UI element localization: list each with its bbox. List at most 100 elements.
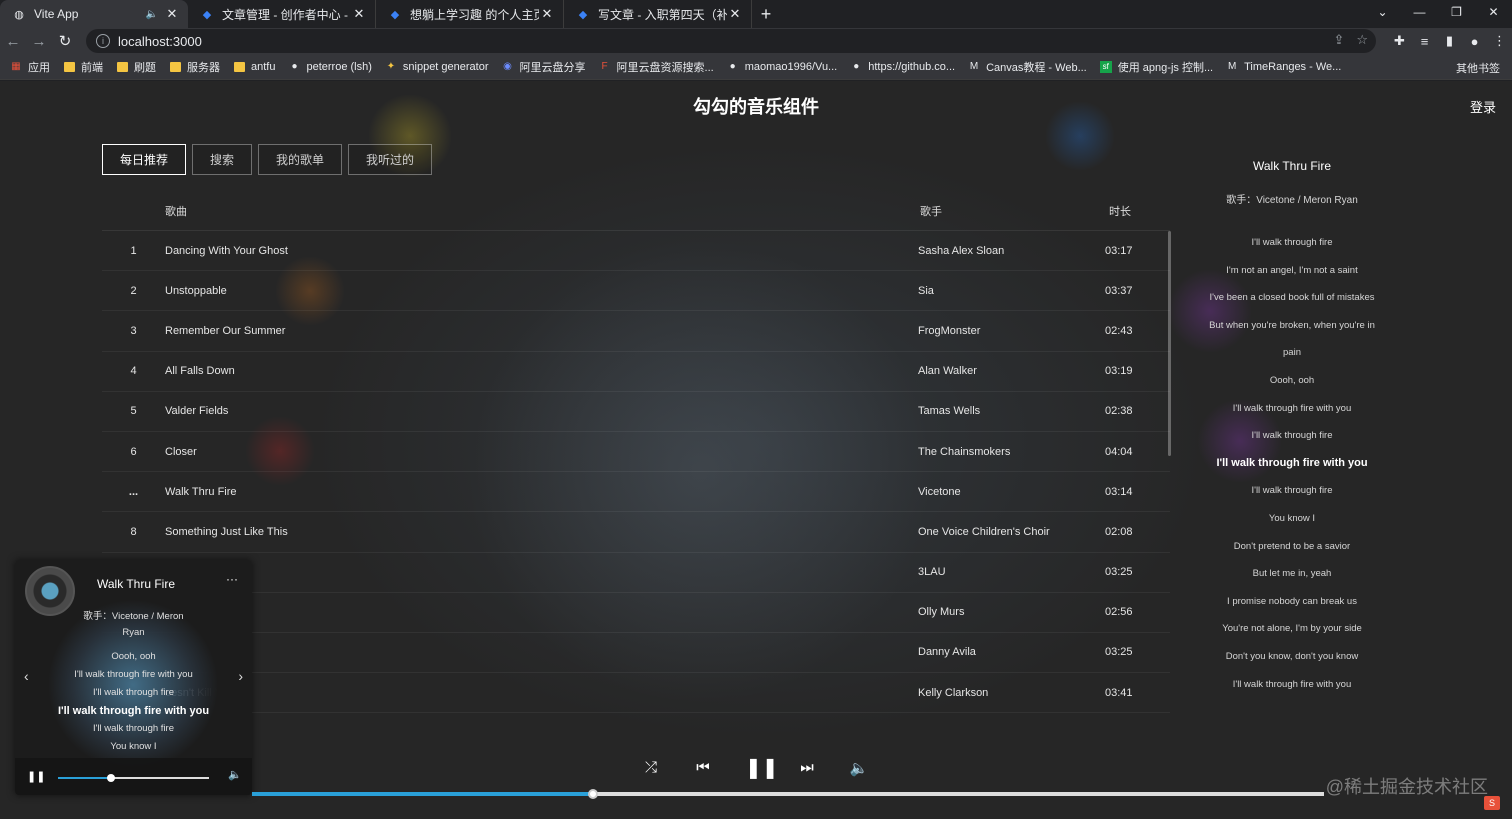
playback-progress-bar[interactable] <box>252 789 1324 799</box>
mini-progress-bar[interactable] <box>58 774 209 782</box>
back-icon[interactable]: ← <box>0 28 26 54</box>
address-bar[interactable]: i localhost:3000 ⇪ ☆ <box>86 29 1376 53</box>
mini-lyric-line: I'll walk through fire <box>92 723 174 734</box>
table-row[interactable]: 5 Valder Fields Tamas Wells 02:38 <box>102 392 1170 432</box>
shuffle-icon[interactable]: ⤮ <box>641 759 661 776</box>
mini-volume-icon[interactable]: 🔈 <box>228 768 242 781</box>
other-bookmarks[interactable]: 其他书签 <box>1450 60 1500 76</box>
mini-progress-knob[interactable] <box>107 774 116 782</box>
site-info-icon[interactable]: i <box>96 34 110 48</box>
player-controls: ⤮ ⏮ ❚❚ ⏭ 🔈 <box>641 755 869 780</box>
browser-tab-juejin-articles[interactable]: ◆ 文章管理 - 创作者中心 - 掘金 ✕ <box>188 0 376 28</box>
table-row[interactable]: 4 All Falls Down Alan Walker 03:19 <box>102 352 1170 392</box>
volume-icon[interactable]: 🔈 <box>849 759 869 777</box>
row-duration: 03:25 <box>1105 566 1133 579</box>
row-duration: 03:37 <box>1105 284 1133 297</box>
apps-icon: ▦ <box>11 61 21 72</box>
reload-icon[interactable]: ↻ <box>52 28 78 54</box>
tab-search[interactable]: 搜索 <box>192 144 253 175</box>
bookmark-snippet[interactable]: ✦ snippet generator <box>385 61 489 73</box>
bookmark-leetcode[interactable]: 刷题 <box>116 59 156 75</box>
speaker-icon[interactable]: 🔈 <box>146 9 158 20</box>
bookmark-label: 使用 apng-js 控制... <box>1117 61 1214 74</box>
nav-tabs: 每日推荐 搜索 我的歌单 我听过的 <box>102 144 433 175</box>
bookmark-timeranges[interactable]: M TimeRanges - We... <box>1226 61 1341 73</box>
new-tab-button[interactable]: + <box>752 0 780 28</box>
bookmark-label: 其他书签 <box>1456 63 1500 75</box>
close-tab-icon[interactable]: ✕ <box>539 6 555 22</box>
table-row[interactable]: Olly Murs 02:56 <box>102 593 1170 633</box>
browser-tab-juejin-profile[interactable]: ◆ 想躺上学习趣 的个人主页 - 动态 ✕ <box>376 0 564 28</box>
table-row[interactable]: 6 Closer The Chainsmokers 04:04 <box>102 432 1170 473</box>
star-icon[interactable]: ☆ <box>1356 32 1368 48</box>
table-row[interactable]: Danny Avila 03:25 <box>102 633 1170 674</box>
lyric-line: I'll walk through fire with you <box>1232 678 1352 690</box>
close-tab-icon[interactable]: ✕ <box>351 6 367 22</box>
mini-lyrics: Oooh, ooh I'll walk through fire with you… <box>15 648 252 756</box>
share-icon[interactable]: ⇪ <box>1333 32 1344 48</box>
mini-pause-icon[interactable]: ❚❚ <box>27 770 45 783</box>
bookmark-apps[interactable]: ▦ 应用 <box>10 59 50 75</box>
table-body: 1 Dancing With Your Ghost Sasha Alex Sloan… <box>102 231 1170 714</box>
folder-icon <box>233 61 245 73</box>
table-row[interactable]: 1 Dancing With Your Ghost Sasha Alex Sloan… <box>102 231 1170 272</box>
bookmark-aliyun-share[interactable]: ◉ 阿里云盘分享 <box>502 59 585 75</box>
bookmark-maomao[interactable]: ● maomao1996/Vu... <box>727 61 838 73</box>
more-icon[interactable]: ··· <box>226 572 238 586</box>
menu-icon[interactable]: ⋮ <box>1487 33 1512 49</box>
tab-daily-recommend[interactable]: 每日推荐 <box>102 144 187 175</box>
browser-tab-vite-app[interactable]: ◍ Vite App 🔈 ✕ <box>0 0 188 28</box>
bookmark-aliyun-search[interactable]: F 阿里云盘资源搜索... <box>599 59 713 75</box>
login-button[interactable]: 登录 <box>1470 97 1496 116</box>
tab-search-icon[interactable]: ⌄ <box>1364 0 1401 24</box>
skip-next-icon[interactable]: ⏭ <box>797 759 817 776</box>
bookmark-frontend[interactable]: 前端 <box>63 59 103 75</box>
table-row[interactable]: 3 Remember Our Summer FrogMonster 02:43 <box>102 311 1170 352</box>
forward-icon[interactable]: → <box>26 28 52 54</box>
row-song-name: Walk Thru Fire <box>165 485 237 498</box>
close-tab-icon[interactable]: ✕ <box>727 6 743 22</box>
row-artist: 3LAU <box>918 566 946 579</box>
bookmark-canvas[interactable]: M Canvas教程 - Web... <box>968 59 1087 75</box>
browser-tab-juejin-write[interactable]: ◆ 写文章 - 入职第四天（补写） - 掘 ✕ <box>564 0 752 28</box>
profile-icon[interactable]: ● <box>1462 34 1487 49</box>
bookmark-server[interactable]: 服务器 <box>169 59 220 75</box>
juejin-icon: ◆ <box>578 8 588 21</box>
bookmark-label: antfu <box>251 60 276 73</box>
bookmark-peterroe[interactable]: ● peterroe (lsh) <box>288 61 371 73</box>
puzzle-icon[interactable]: ✚ <box>1387 33 1412 49</box>
table-scrollbar[interactable] <box>1168 231 1171 456</box>
mini-lyric-line: I'll walk through fire with you <box>74 669 193 680</box>
tab-my-playlists[interactable]: 我的歌单 <box>258 144 343 175</box>
table-row[interactable]: ... Walk Thru Fire Vicetone 03:14 <box>102 472 1170 513</box>
bookmark-label: peterroe (lsh) <box>306 60 372 73</box>
restore-icon[interactable]: ❐ <box>1438 0 1475 24</box>
table-row[interactable]: 2 Unstoppable Sia 03:37 <box>102 271 1170 312</box>
pause-icon[interactable]: ❚❚ <box>745 755 779 780</box>
row-duration: 03:41 <box>1105 686 1133 699</box>
lyric-line: I'll walk through fire with you <box>1232 402 1352 414</box>
row-duration: 03:19 <box>1105 365 1133 378</box>
lyrics-lines: I'll walk through fire I'm not an angel, … <box>1182 229 1402 698</box>
table-header: 歌曲 歌手 时长 <box>102 191 1170 231</box>
table-row[interactable]: 8 Something Just Like This One Voice Child… <box>102 512 1170 553</box>
side-panel-icon[interactable]: ▮ <box>1437 33 1462 49</box>
tab-history[interactable]: 我听过的 <box>348 144 433 175</box>
folder-icon <box>63 61 75 73</box>
reading-list-icon[interactable]: ≡ <box>1412 34 1437 49</box>
row-index: ... <box>128 485 139 498</box>
minimize-icon[interactable]: — <box>1401 0 1438 24</box>
row-song-name: Valder Fields <box>165 405 229 418</box>
close-tab-icon[interactable]: ✕ <box>164 6 180 22</box>
snippet-icon: ✦ <box>386 61 396 72</box>
row-artist: Sia <box>918 284 934 297</box>
bookmark-github[interactable]: ● https://github.co... <box>850 61 955 73</box>
progress-knob[interactable] <box>587 789 598 799</box>
close-window-icon[interactable]: ✕ <box>1475 0 1512 24</box>
table-row[interactable]: oesn't Kill You)Kelly Clarkson 03:41 <box>102 673 1170 714</box>
bookmark-antfu[interactable]: antfu <box>233 61 275 73</box>
bookmark-apng[interactable]: sf 使用 apng-js 控制... <box>1099 59 1214 75</box>
skip-previous-icon[interactable]: ⏮ <box>693 759 713 776</box>
mini-lyric-line: I'll walk through fire <box>92 687 174 698</box>
table-row[interactable]: 3LAU 03:25 <box>102 553 1170 593</box>
